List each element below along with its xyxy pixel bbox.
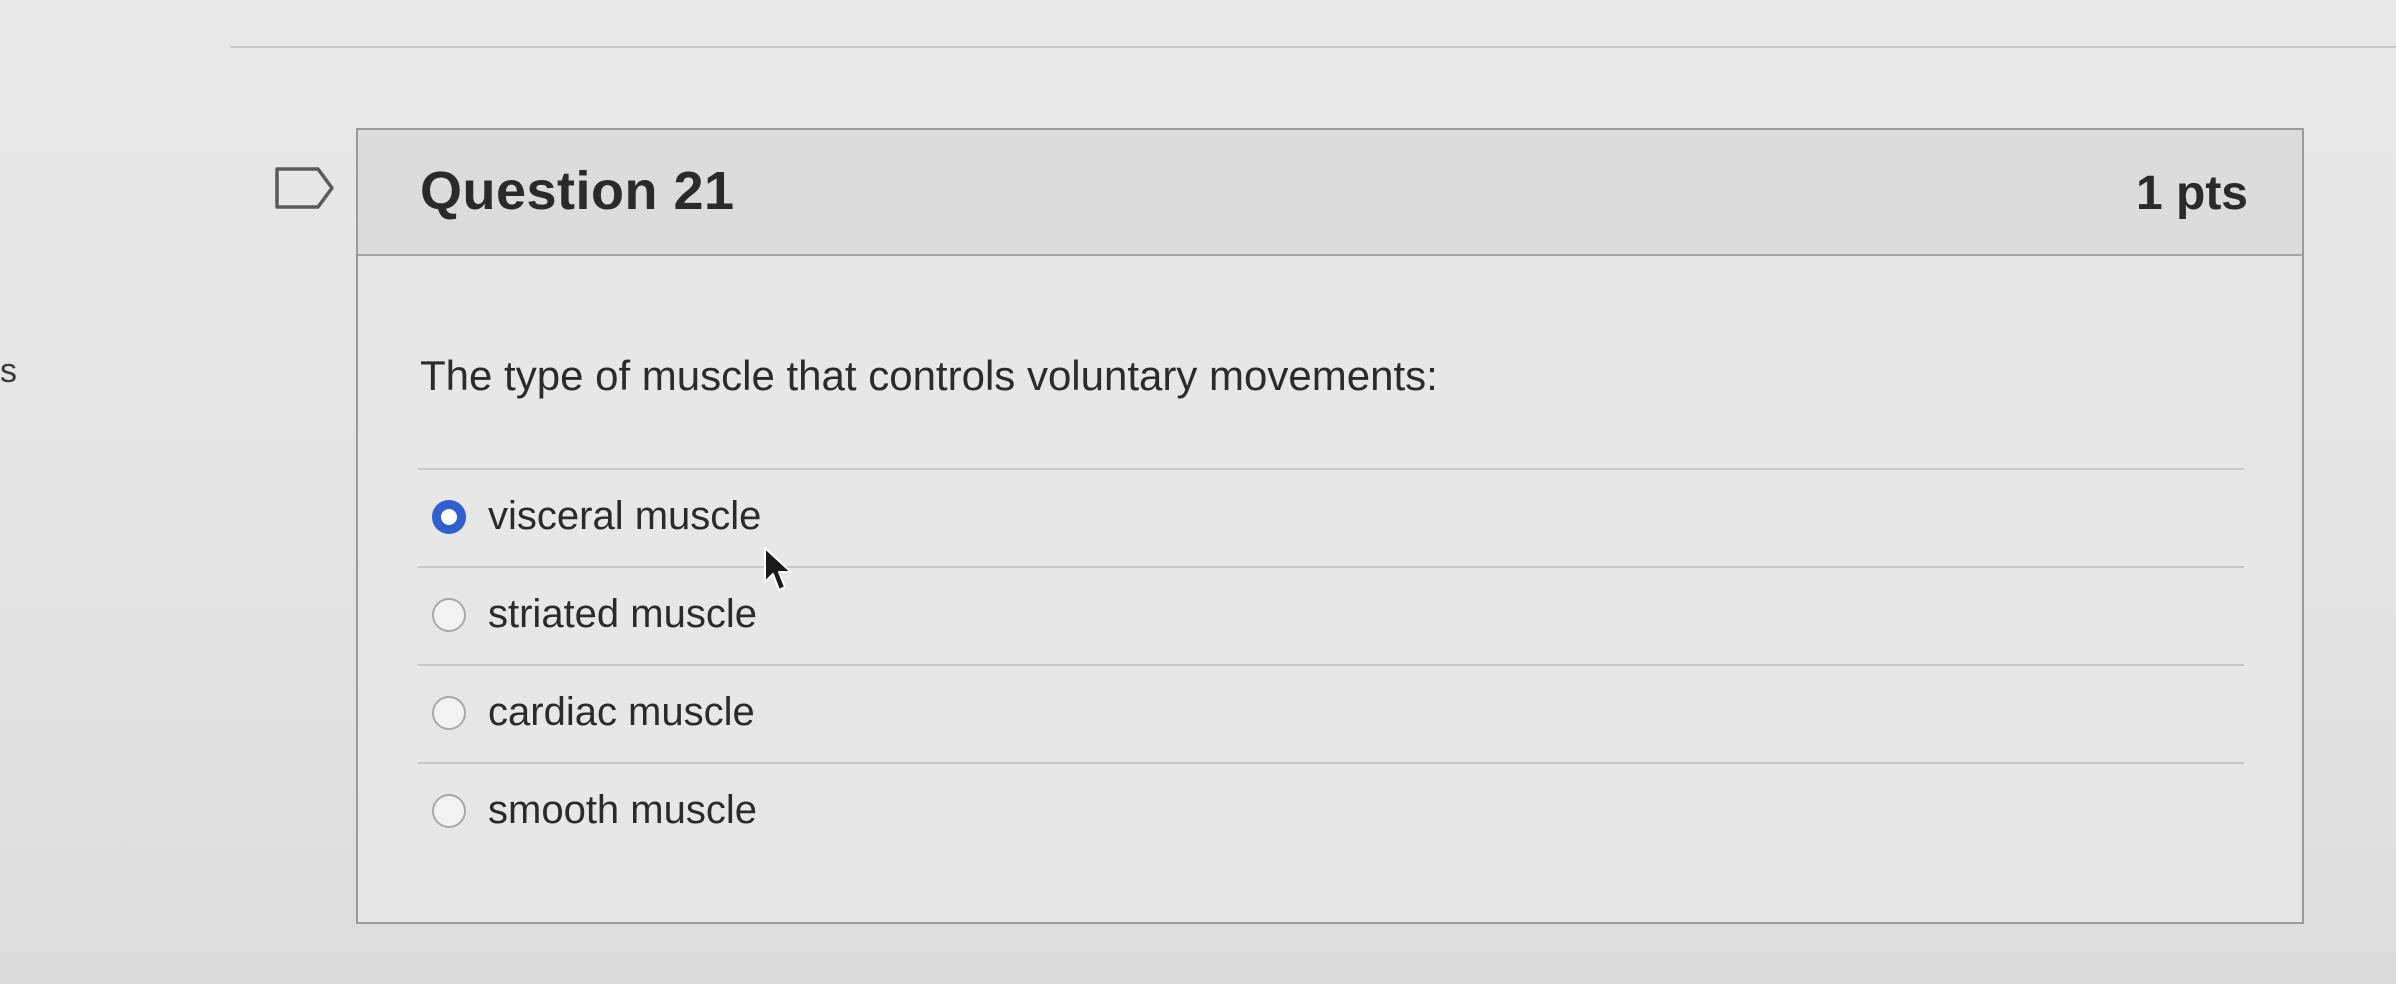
top-divider [230,46,2396,48]
mouse-pointer-icon [764,547,792,591]
answer-label[interactable]: striated muscle [488,592,757,637]
question-text: The type of muscle that controls volunta… [420,352,1438,399]
answer-label[interactable]: smooth muscle [488,788,757,833]
question-points: 1 pts [2135,167,2248,220]
answer-list: visceral muscle striated muscle cardiac … [418,470,2244,862]
radio-unselected-icon[interactable] [432,598,466,632]
edge-partial-text: s [0,352,17,390]
flag-question-icon[interactable] [274,166,336,210]
answer-label[interactable]: cardiac muscle [488,690,755,735]
radio-unselected-icon[interactable] [432,794,466,828]
question-title: Question 21 [420,161,735,221]
answer-label[interactable]: visceral muscle [488,494,761,539]
answer-option[interactable]: striated muscle [418,568,2244,666]
radio-selected-icon[interactable] [432,500,466,534]
answer-option[interactable]: visceral muscle [418,470,2244,568]
question-card: Question 21 1 pts The type of muscle tha… [356,128,2304,924]
page: s Question 21 1 pts The type of muscle t… [0,0,2396,984]
radio-unselected-icon[interactable] [432,696,466,730]
question-body: The type of muscle that controls volunta… [358,256,2302,922]
answer-option[interactable]: cardiac muscle [418,666,2244,764]
answer-option[interactable]: smooth muscle [418,764,2244,862]
question-header: Question 21 1 pts [358,130,2302,256]
